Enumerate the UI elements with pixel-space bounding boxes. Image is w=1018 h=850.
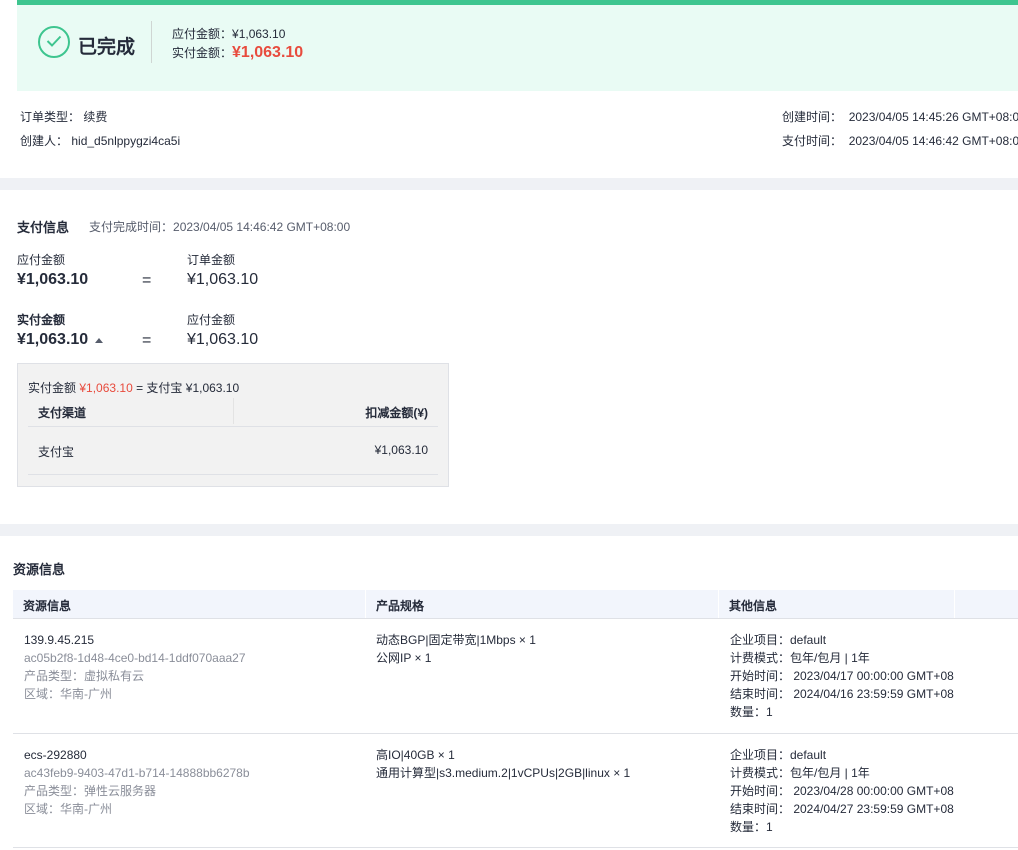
- creator: 创建人： hid_d5nlppygzi4ca5i: [20, 132, 180, 149]
- section-divider: [0, 524, 1018, 536]
- detail-summary-amount: ¥1,063.10: [79, 381, 133, 395]
- end-time: 结束时间： 2024/04/16 23:59:59 GMT+08:00: [730, 687, 954, 701]
- actual-summary: 实付金额：¥1,063.10: [172, 44, 303, 62]
- region: 区域：华南-广州: [24, 802, 112, 816]
- complete-time-label: 支付完成时间：: [89, 220, 174, 234]
- status-title: 已完成: [78, 37, 136, 58]
- start-time: 开始时间： 2023/04/28 00:00:00 GMT+08:00: [730, 784, 954, 798]
- status-banner: 已完成 应付金额：¥1,063.10 实付金额：¥1,063.10: [17, 5, 1018, 91]
- actual-amount-toggle[interactable]: ¥1,063.10: [17, 331, 103, 349]
- order-type-value: 续费: [83, 110, 108, 124]
- payable-label: 应付金额：: [172, 27, 233, 41]
- actual-label: 实付金额：: [172, 46, 233, 60]
- paid-time-label: 支付时间：: [782, 134, 843, 148]
- enterprise-project: 企业项目：default: [730, 748, 827, 762]
- end-time: 结束时间： 2024/04/27 23:59:59 GMT+08:00: [730, 802, 954, 816]
- payment-complete-time: 支付完成时间：2023/04/05 14:46:42 GMT+08:00: [89, 218, 350, 235]
- created-time-value: 2023/04/05 14:45:26 GMT+08:00: [848, 110, 1018, 124]
- column-separator: [954, 590, 955, 618]
- quantity: 数量：1: [730, 705, 773, 719]
- spec-line: 公网IP × 1: [376, 651, 432, 665]
- detail-summary-suffix: = 支付宝 ¥1,063.10: [136, 381, 240, 395]
- col-deduct-amount: 扣减金额(¥): [365, 406, 428, 420]
- row-divider: [28, 474, 438, 475]
- table-row: 139.9.45.215 ac05b2f8-1d48-4ce0-bd14-1dd…: [24, 631, 246, 703]
- resource-table-header: 资源信息 产品规格 其他信息: [13, 590, 1018, 619]
- col-channel: 支付渠道: [38, 406, 87, 420]
- paid-time: 支付时间： 2023/04/05 14:46:42 GMT+08:00: [782, 132, 1018, 149]
- order-type: 订单类型： 续费: [20, 108, 107, 125]
- detail-summary-prefix: 实付金额: [28, 381, 77, 395]
- col-spec: 产品规格: [376, 599, 425, 613]
- actual-amount-value: ¥1,063.10: [17, 331, 89, 348]
- spec-line: 动态BGP|固定带宽|1Mbps × 1: [376, 633, 536, 647]
- quantity: 数量：1: [730, 820, 773, 834]
- other-info-cell: 企业项目：default 计费模式：包年/包月 | 1年 开始时间： 2023/…: [730, 746, 954, 836]
- billing-mode: 计费模式：包年/包月 | 1年: [730, 766, 870, 780]
- row-divider: [13, 847, 1018, 848]
- row-channel: 支付宝: [38, 445, 75, 459]
- col-resource: 资源信息: [23, 599, 72, 613]
- check-circle-icon: [38, 26, 70, 58]
- complete-time-value: 2023/04/05 14:46:42 GMT+08:00: [173, 220, 351, 234]
- other-info-cell: 企业项目：default 计费模式：包年/包月 | 1年 开始时间： 2023/…: [730, 631, 954, 721]
- creator-value: hid_d5nlppygzi4ca5i: [71, 134, 181, 148]
- resource-name: 139.9.45.215: [24, 633, 95, 647]
- col-other: 其他信息: [729, 599, 778, 613]
- resource-id: ac05b2f8-1d48-4ce0-bd14-1ddf070aaa27: [24, 651, 246, 665]
- row-divider: [13, 733, 1018, 734]
- row-amount: ¥1,063.10: [374, 443, 428, 457]
- section-divider: [0, 178, 1018, 190]
- payment-section-title: 支付信息: [17, 220, 70, 235]
- created-time: 创建时间： 2023/04/05 14:45:26 GMT+08:00: [782, 108, 1018, 125]
- product-type: 产品类型：虚拟私有云: [24, 669, 145, 683]
- payable-amount-label: 应付金额: [17, 253, 66, 267]
- spec-line: 通用计算型|s3.medium.2|1vCPUs|2GB|linux × 1: [376, 766, 631, 780]
- order-amount-value: ¥1,063.10: [187, 271, 259, 288]
- start-time: 开始时间： 2023/04/17 00:00:00 GMT+08:00: [730, 669, 954, 683]
- billing-mode: 计费模式：包年/包月 | 1年: [730, 651, 870, 665]
- equals-sign: =: [142, 272, 152, 289]
- column-separator: [718, 590, 719, 618]
- detail-summary: 实付金额 ¥1,063.10 = 支付宝 ¥1,063.10: [28, 379, 239, 396]
- actual-payable-label: 应付金额: [187, 313, 236, 327]
- actual-value: ¥1,063.10: [232, 44, 304, 61]
- region: 区域：华南-广州: [24, 687, 112, 701]
- table-row: ecs-292880 ac43feb9-9403-47d1-b714-14888…: [24, 746, 250, 818]
- column-separator: [365, 590, 366, 618]
- actual-payable-value: ¥1,063.10: [187, 331, 259, 348]
- equals-sign: =: [142, 332, 152, 349]
- caret-up-icon: [94, 338, 103, 344]
- spec-cell: 动态BGP|固定带宽|1Mbps × 1 公网IP × 1: [376, 631, 536, 667]
- resource-name: ecs-292880: [24, 748, 87, 762]
- order-amount-label: 订单金额: [187, 253, 236, 267]
- divider: [151, 21, 152, 63]
- payable-value: ¥1,063.10: [232, 27, 286, 41]
- payable-summary: 应付金额：¥1,063.10: [172, 25, 285, 42]
- payment-detail-popover: 实付金额 ¥1,063.10 = 支付宝 ¥1,063.10 支付渠道 扣减金额…: [17, 363, 449, 487]
- paid-time-value: 2023/04/05 14:46:42 GMT+08:00: [848, 134, 1018, 148]
- spec-cell: 高IO|40GB × 1 通用计算型|s3.medium.2|1vCPUs|2G…: [376, 746, 630, 782]
- enterprise-project: 企业项目：default: [730, 633, 827, 647]
- resource-id: ac43feb9-9403-47d1-b714-14888bb6278b: [24, 766, 250, 780]
- payable-amount-value: ¥1,063.10: [17, 271, 89, 288]
- creator-label: 创建人：: [20, 134, 69, 148]
- spec-line: 高IO|40GB × 1: [376, 748, 455, 762]
- actual-amount-label: 实付金额: [17, 313, 66, 327]
- order-type-label: 订单类型：: [20, 110, 81, 124]
- resource-section-title: 资源信息: [13, 562, 66, 577]
- product-type: 产品类型：弹性云服务器: [24, 784, 157, 798]
- created-time-label: 创建时间：: [782, 110, 843, 124]
- column-separator: [233, 398, 234, 424]
